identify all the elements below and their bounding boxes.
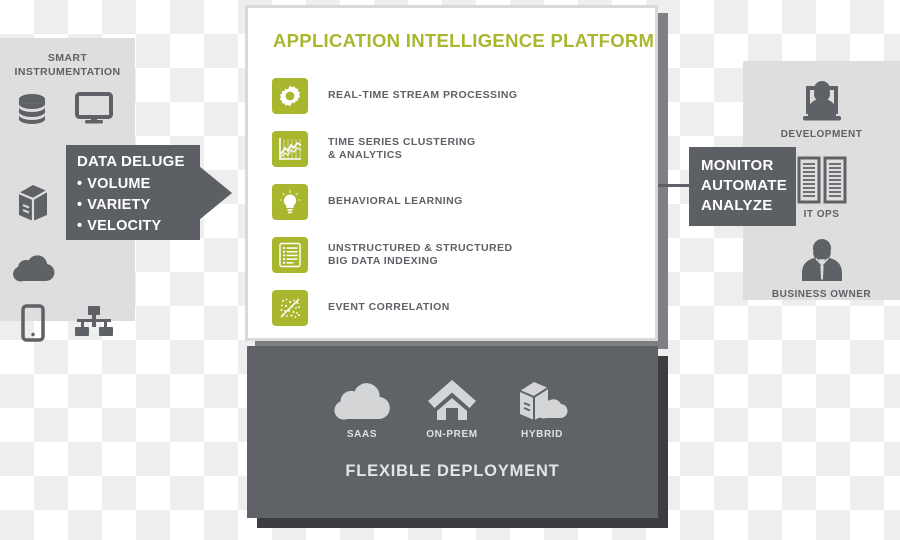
deployment-option-label: SAAS — [346, 429, 378, 440]
persona-development: DEVELOPMENT — [743, 73, 900, 140]
callout-line: ANALYZE — [701, 197, 773, 214]
gear-icon — [272, 78, 308, 114]
feature-row: REAL-TIME STREAM PROCESSING — [272, 78, 518, 114]
persona-label: BUSINESS OWNER — [771, 289, 872, 300]
persona-label: DEVELOPMENT — [780, 129, 863, 140]
data-deluge-callout: DATA DELUGE VOLUME VARIETY VELOCITY — [66, 145, 200, 240]
deployment-option-hybrid: HYBRID — [494, 376, 590, 440]
connector-line — [658, 184, 690, 187]
feature-label: TIME SERIES CLUSTERING & ANALYTICS — [328, 135, 476, 162]
data-deluge-list: VOLUME VARIETY VELOCITY — [77, 174, 161, 237]
cloud-icon — [13, 253, 55, 288]
feature-row: UNSTRUCTURED & STRUCTURED BIG DATA INDEX… — [272, 237, 513, 273]
list-item: VOLUME — [77, 174, 161, 195]
feature-label: BEHAVIORAL LEARNING — [328, 195, 463, 208]
cloud-icon — [314, 376, 410, 422]
deployment-option-label: HYBRID — [521, 429, 563, 440]
list-item: VARIETY — [77, 195, 161, 216]
server-icon — [15, 181, 51, 226]
application-intelligence-platform-card: APPLICATION INTELLIGENCE PLATFORM REAL-T… — [245, 5, 658, 341]
feature-row: EVENT CORRELATION — [272, 290, 450, 326]
deployment-option-saas: SAAS — [314, 376, 410, 440]
database-icon — [14, 90, 50, 131]
network-icon — [72, 304, 116, 347]
document-list-icon — [272, 237, 308, 273]
callout-line: MONITOR — [701, 157, 774, 174]
arrow-right-icon — [199, 166, 232, 220]
deployment-option-label: ON-PREM — [426, 429, 478, 440]
flexible-deployment-panel: SAAS ON-PREM HYBRID FLEXIBLE DEPLOYMENT — [247, 346, 658, 518]
feature-label: REAL-TIME STREAM PROCESSING — [328, 89, 518, 102]
diagram-canvas: SMART INSTRUMENTATION DATA DELUGE • VOLU… — [0, 0, 900, 540]
feature-label: EVENT CORRELATION — [328, 301, 450, 314]
developer-icon — [743, 73, 900, 127]
monitor-automate-analyze-callout: MONITOR AUTOMATE ANALYZE — [689, 147, 796, 226]
lightbulb-icon — [272, 184, 308, 220]
data-deluge-title: DATA DELUGE — [77, 153, 185, 170]
list-item: VELOCITY — [77, 216, 161, 237]
persona-business-owner: BUSINESS OWNER — [743, 233, 900, 300]
mobile-phone-icon — [20, 303, 46, 348]
house-icon — [404, 376, 500, 422]
feature-label: UNSTRUCTURED & STRUCTURED BIG DATA INDEX… — [328, 241, 513, 268]
monitor-icon — [74, 90, 114, 131]
page-title: APPLICATION INTELLIGENCE PLATFORM — [273, 30, 655, 51]
deployment-option-on-prem: ON-PREM — [404, 376, 500, 440]
business-person-icon — [743, 233, 900, 287]
hybrid-cloud-icon — [494, 376, 590, 422]
line-chart-icon — [272, 131, 308, 167]
feature-row: TIME SERIES CLUSTERING & ANALYTICS — [272, 131, 476, 167]
feature-row: BEHAVIORAL LEARNING — [272, 184, 463, 220]
callout-line: AUTOMATE — [701, 177, 788, 194]
smart-instrumentation-title: SMART INSTRUMENTATION — [14, 52, 121, 78]
scatter-plot-icon — [272, 290, 308, 326]
flexible-deployment-title: FLEXIBLE DEPLOYMENT — [345, 462, 560, 480]
